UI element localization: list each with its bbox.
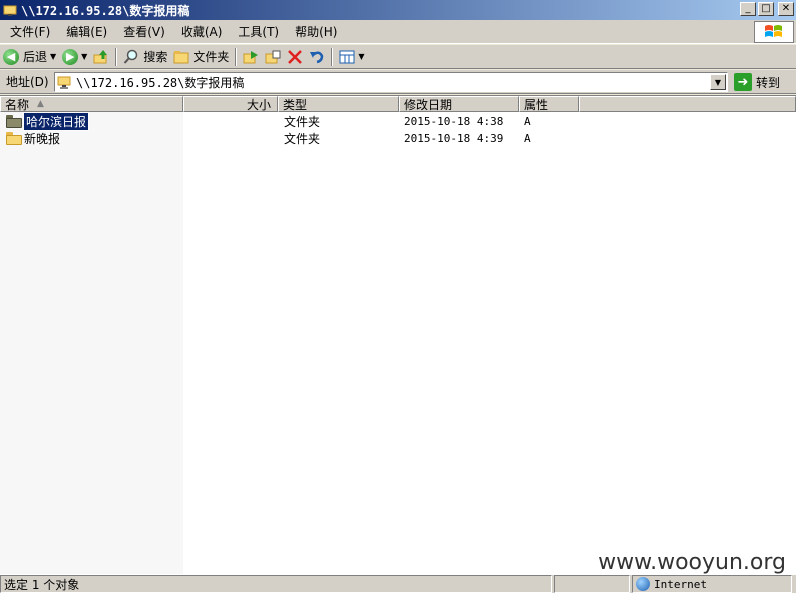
menu-help[interactable]: 帮助(H) xyxy=(287,22,345,42)
menu-view[interactable]: 查看(V) xyxy=(115,22,173,42)
folders-button[interactable]: 文件夹 xyxy=(170,46,232,68)
forward-button[interactable]: ▶ ▼ xyxy=(59,46,90,68)
window-title: \\172.16.95.28\数字报用稿 xyxy=(21,3,190,18)
minimize-icon: _ xyxy=(745,3,751,14)
column-header-name[interactable]: 名称 ▲ xyxy=(0,96,183,112)
item-name-cell[interactable]: 哈尔滨日报 xyxy=(6,111,90,131)
status-empty-pane xyxy=(554,575,630,593)
item-modified: 2015-10-18 4:38 xyxy=(404,114,504,128)
menu-favorites[interactable]: 收藏(A) xyxy=(173,22,231,42)
address-value: \\172.16.95.28\数字报用稿 xyxy=(76,75,245,90)
standard-toolbar: ◀ 后退 ▼ ▶ ▼ 搜索 文件夹 ▼ xyxy=(0,45,796,69)
forward-dropdown-icon[interactable]: ▼ xyxy=(81,52,87,61)
column-header-size[interactable]: 大小 xyxy=(183,96,278,112)
sorted-column-highlight xyxy=(0,112,183,574)
windows-logo-icon xyxy=(754,21,794,43)
menu-bar: 文件(F) 编辑(E) 查看(V) 收藏(A) 工具(T) 帮助(H) xyxy=(0,20,796,44)
list-item[interactable]: 哈尔滨日报 文件夹 2015-10-18 4:38 A xyxy=(0,111,796,131)
views-icon xyxy=(339,50,355,63)
column-size-label: 大小 xyxy=(246,97,271,112)
address-input[interactable]: \\172.16.95.28\数字报用稿 ▼ xyxy=(54,72,728,92)
zone-label: Internet xyxy=(654,577,707,591)
column-type-label: 类型 xyxy=(283,97,308,112)
copy-to-icon xyxy=(265,50,281,63)
undo-icon xyxy=(310,51,324,63)
delete-icon xyxy=(288,49,303,64)
globe-icon xyxy=(636,577,650,591)
folders-label: 文件夹 xyxy=(193,50,230,64)
go-button[interactable]: ➜ 转到 xyxy=(734,72,780,92)
column-header-attributes[interactable]: 属性 xyxy=(519,96,579,112)
status-selection: 选定 1 个对象 xyxy=(0,575,552,593)
item-attributes: A xyxy=(524,131,531,145)
chevron-down-icon: ▼ xyxy=(714,77,722,87)
item-name: 哈尔滨日报 xyxy=(22,111,90,131)
column-header-modified[interactable]: 修改日期 xyxy=(399,96,519,112)
back-label: 后退 xyxy=(23,50,48,64)
status-zone: Internet xyxy=(632,575,792,593)
item-name: 新晚报 xyxy=(24,131,61,146)
forward-arrow-icon: ▶ xyxy=(62,48,79,65)
menu-file[interactable]: 文件(F) xyxy=(0,22,58,42)
move-to-button[interactable] xyxy=(240,46,262,68)
move-to-icon xyxy=(243,50,259,63)
undo-button[interactable] xyxy=(306,46,328,68)
go-arrow-icon: ➜ xyxy=(734,73,752,91)
back-button[interactable]: ◀ 后退 ▼ xyxy=(0,46,59,68)
close-button[interactable]: ✕ xyxy=(778,2,794,16)
item-name-cell[interactable]: 新晚报 xyxy=(6,130,60,146)
go-label: 转到 xyxy=(756,75,781,90)
network-folder-icon xyxy=(2,2,18,18)
toolbar-separator xyxy=(331,47,334,66)
window-controls: _ □ ✕ xyxy=(740,2,794,16)
column-attributes-label: 属性 xyxy=(524,97,549,112)
folders-icon xyxy=(173,50,189,63)
address-bar: 地址(D) \\172.16.95.28\数字报用稿 ▼ ➜ 转到 xyxy=(0,70,796,94)
sort-ascending-icon: ▲ xyxy=(37,99,44,109)
address-label: 地址(D) xyxy=(6,75,49,89)
search-label: 搜索 xyxy=(143,50,168,64)
status-bar: 选定 1 个对象 Internet xyxy=(0,574,796,593)
search-icon xyxy=(124,49,138,64)
search-button[interactable]: 搜索 xyxy=(120,46,170,68)
column-header-filler xyxy=(579,96,796,112)
column-header-type[interactable]: 类型 xyxy=(278,96,399,112)
views-dropdown-icon[interactable]: ▼ xyxy=(358,52,364,61)
folder-icon xyxy=(6,114,22,128)
toolbar-separator xyxy=(235,47,238,66)
up-button[interactable] xyxy=(90,46,112,68)
column-modified-label: 修改日期 xyxy=(404,97,453,112)
address-dropdown-button[interactable]: ▼ xyxy=(710,74,726,90)
watermark: www.wooyun.org xyxy=(596,550,788,575)
folder-icon xyxy=(6,131,22,145)
up-folder-icon xyxy=(93,49,108,63)
list-header: 名称 ▲ 大小 类型 修改日期 属性 xyxy=(0,96,796,112)
toolbar-separator xyxy=(115,47,118,66)
list-item[interactable]: 新晚报 文件夹 2015-10-18 4:39 A xyxy=(0,130,796,146)
title-bar[interactable]: \\172.16.95.28\数字报用稿 _ □ ✕ xyxy=(0,0,796,20)
back-dropdown-icon[interactable]: ▼ xyxy=(50,52,56,61)
copy-to-button[interactable] xyxy=(262,46,284,68)
minimize-button[interactable]: _ xyxy=(740,2,756,16)
menu-tools[interactable]: 工具(T) xyxy=(230,22,287,42)
maximize-icon: □ xyxy=(761,3,771,14)
item-type: 文件夹 xyxy=(284,114,321,129)
column-name-label: 名称 xyxy=(5,97,30,112)
item-type: 文件夹 xyxy=(284,131,321,146)
network-folder-icon xyxy=(57,76,71,89)
item-attributes: A xyxy=(524,114,531,128)
back-arrow-icon: ◀ xyxy=(3,48,19,65)
file-list[interactable]: 名称 ▲ 大小 类型 修改日期 属性 哈尔滨日报 文件夹 2015-10-18 … xyxy=(0,95,796,574)
maximize-button[interactable]: □ xyxy=(758,2,774,16)
delete-button[interactable] xyxy=(284,46,306,68)
close-icon: ✕ xyxy=(781,3,791,14)
menu-edit[interactable]: 编辑(E) xyxy=(58,22,115,42)
views-button[interactable]: ▼ xyxy=(336,46,367,68)
item-modified: 2015-10-18 4:39 xyxy=(404,131,504,145)
